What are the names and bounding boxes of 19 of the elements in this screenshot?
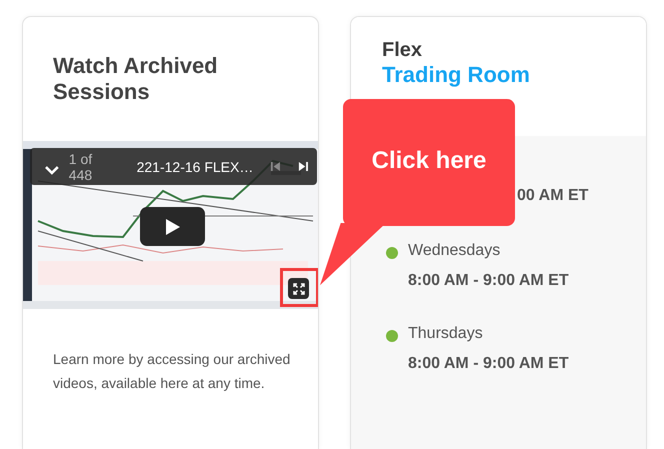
fullscreen-button[interactable] bbox=[288, 278, 309, 299]
fullscreen-icon bbox=[292, 282, 304, 294]
session-time: 8:00 AM - 9:00 AM ET bbox=[408, 354, 569, 374]
card-title: Watch Archived Sessions bbox=[53, 53, 219, 106]
callout-text: Click here bbox=[372, 147, 486, 175]
session-day: Wednesdays bbox=[408, 241, 569, 261]
play-button[interactable] bbox=[140, 207, 205, 246]
chevron-down-icon[interactable] bbox=[45, 164, 59, 174]
session-time: 8:00 AM - 9:00 AM ET bbox=[408, 271, 569, 291]
play-icon bbox=[164, 218, 180, 236]
card-title: Flex bbox=[382, 38, 424, 62]
description-text: Learn more by accessing our archived videos, available here at any time. bbox=[53, 350, 292, 393]
session-day: Thursdays bbox=[408, 324, 569, 344]
session-time: 00 AM ET bbox=[517, 186, 588, 206]
video-player[interactable]: 1 of 448 221-12-16 FLEX… bbox=[23, 141, 318, 309]
card-subtitle: Trading Room bbox=[382, 62, 531, 88]
playlist-counter: 1 of 448 bbox=[68, 150, 94, 182]
next-icon[interactable] bbox=[298, 161, 309, 172]
video-title[interactable]: 221-12-16 FLEX… bbox=[136, 158, 254, 174]
